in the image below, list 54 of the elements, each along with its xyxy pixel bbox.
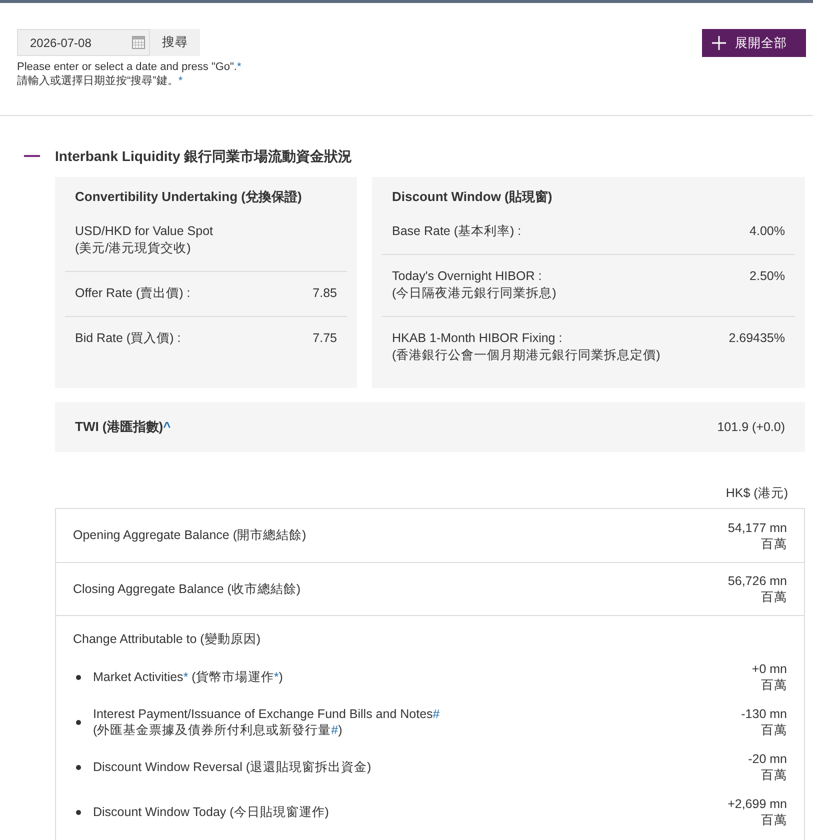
- plus-icon: [712, 36, 726, 50]
- amount-unit: 百萬: [760, 767, 787, 783]
- footnote-link[interactable]: #: [432, 707, 440, 721]
- change-label: Interest Payment/Issuance of Exchange Fund Bills and Notes# (外匯基金票據及債券所付利息或新發行量#): [93, 706, 440, 738]
- rate-value: 2.50%: [750, 268, 785, 285]
- search-button[interactable]: 搜尋: [150, 29, 200, 56]
- rate-label: USD/HKD for Value Spot (美元/港元現貨交收): [75, 223, 214, 257]
- change-label: Discount Window Reversal (退還貼現窗拆出資金): [93, 759, 372, 775]
- rate-label: Offer Rate (賣出價) :: [75, 285, 190, 302]
- footnote-link[interactable]: *: [178, 75, 183, 87]
- amount-unit: 百萬: [760, 677, 787, 693]
- date-field[interactable]: 2026-07-08: [17, 29, 150, 56]
- hint-text: 請輸入或選擇日期並按“搜尋”鍵。*: [17, 74, 184, 88]
- rate-value: 7.75: [312, 330, 337, 347]
- hint-text: Please enter or select a date and press "Go".*: [17, 60, 242, 74]
- footnote-link[interactable]: #: [331, 723, 338, 737]
- panel-title: Convertibility Undertaking (兌換保證): [74, 188, 303, 206]
- footnote-link[interactable]: ^: [163, 419, 171, 434]
- amount-unit: 百萬: [760, 722, 787, 738]
- expand-all-button[interactable]: 展開全部: [702, 29, 806, 57]
- amount-unit: 百萬: [760, 536, 787, 552]
- change-title: Change Attributable to (變動原因): [73, 631, 262, 648]
- change-label: Discount Window Today (今日貼現窗運作): [93, 804, 329, 820]
- rate-value: 4.00%: [750, 223, 785, 240]
- rate-value: 2.69435%: [728, 330, 785, 347]
- rate-label: HKAB 1-Month HIBOR Fixing : (香港銀行公會一個月期港元銀行同業拆息定價): [392, 330, 660, 364]
- amount-value: 54,177 mn: [728, 520, 787, 536]
- amount-unit: 百萬: [760, 589, 787, 605]
- section-toggle[interactable]: Interbank Liquidity 銀行同業市場流動資金狀況: [24, 146, 352, 166]
- rate-label: Today's Overnight HIBOR : (今日隔夜港元銀行同業拆息): [392, 268, 556, 302]
- amount-value: -20 mn: [748, 751, 787, 767]
- footnote-link[interactable]: *: [237, 61, 242, 73]
- bullet-icon: [76, 810, 81, 814]
- amount-unit: 百萬: [760, 812, 787, 828]
- footnote-link[interactable]: *: [183, 670, 188, 684]
- balance-label: Opening Aggregate Balance (開市總結餘): [73, 527, 306, 544]
- bullet-icon: [76, 764, 81, 770]
- balance-label: Closing Aggregate Balance (收市總結餘): [73, 580, 301, 598]
- panel-title: Discount Window (貼現窗): [391, 188, 554, 206]
- twi-value: 101.9 (+0.0): [717, 418, 785, 436]
- amount-value: +0 mn: [752, 661, 787, 677]
- change-label: Market Activities* (貨幣市場運作*): [93, 669, 283, 685]
- amount-value: -130 mn: [741, 706, 787, 722]
- calendar-icon: [132, 36, 145, 49]
- amount-value: 56,726 mn: [728, 573, 787, 589]
- bullet-icon: [76, 720, 81, 724]
- twi-label: TWI (港匯指數)^: [75, 418, 171, 436]
- bullet-icon: [76, 674, 81, 680]
- rate-label: Base Rate (基本利率) :: [392, 223, 522, 240]
- rate-value: 7.85: [312, 285, 337, 302]
- rate-label: Bid Rate (買入價) :: [75, 330, 181, 347]
- currency-label: HK$ (港元): [726, 486, 788, 500]
- amount-value: +2,699 mn: [728, 796, 787, 812]
- footnote-link[interactable]: *: [274, 670, 279, 684]
